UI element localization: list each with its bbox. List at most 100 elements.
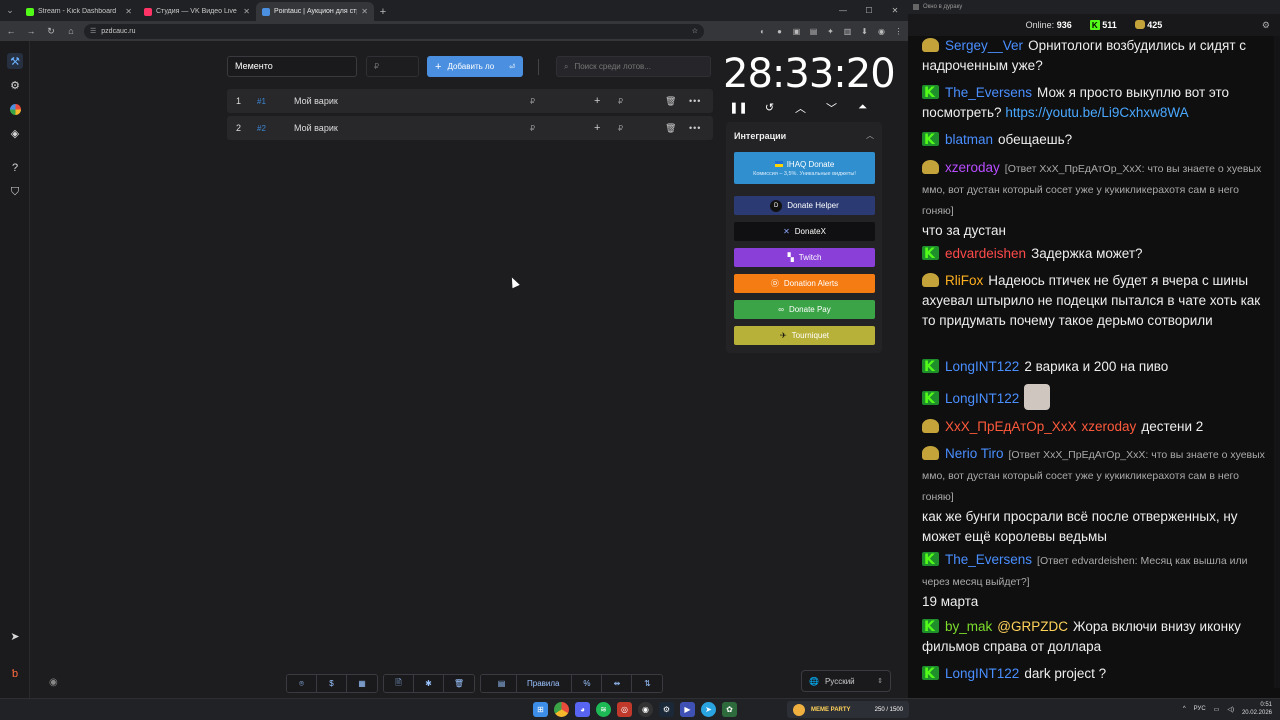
settings-gear-icon[interactable]: ⚙ [7, 77, 23, 93]
twitch-button[interactable]: ▚ Twitch [734, 248, 875, 267]
collapse-icon[interactable]: ︿ [866, 130, 874, 141]
telegram-icon[interactable]: ➤ [701, 702, 716, 717]
spotify-icon[interactable]: ≋ [596, 702, 611, 717]
tourniquet-button[interactable]: ✈ Tourniquet [734, 326, 875, 345]
dollar-icon[interactable]: $ [317, 675, 347, 692]
profile-icon[interactable]: ◉ [876, 26, 887, 37]
home-icon[interactable]: ⌂ [64, 24, 78, 38]
shield-icon[interactable]: ⛉ [7, 184, 23, 200]
lot-name[interactable]: Мой варик [294, 123, 338, 133]
tab-search-icon[interactable]: ⌄ [0, 0, 20, 21]
chat-username[interactable]: LongINT122 [945, 391, 1019, 406]
delete-icon[interactable]: 🗑 [665, 96, 676, 107]
more-icon[interactable]: ••• [689, 96, 701, 106]
minimize-icon[interactable]: — [830, 0, 856, 21]
percent-button[interactable]: % [572, 675, 603, 692]
chat-username[interactable]: LongINT122 [945, 359, 1019, 374]
media-player-icon[interactable]: ▶ [680, 702, 695, 717]
extension-icon[interactable]: ◐ [757, 26, 768, 37]
lot-extra-amount[interactable]: ₽ [618, 97, 623, 106]
lot-name-input[interactable]: Мементо [227, 56, 357, 77]
extension-icon[interactable]: ▣ [791, 26, 802, 37]
network-icon[interactable]: ▭ [1214, 706, 1220, 713]
windows-start-icon[interactable]: ⊞ [533, 702, 548, 717]
chat-username[interactable]: The_Eversens [945, 552, 1032, 567]
chat-username[interactable]: LongINT122 [945, 666, 1019, 681]
wheel-icon[interactable] [7, 101, 23, 117]
lot-row[interactable]: 2 #2 Мой варик ₽ + ₽ 🗑 ••• [227, 116, 713, 140]
close-window-icon[interactable]: ✕ [882, 0, 908, 21]
chat-username[interactable]: by_mak [945, 619, 992, 634]
volume-icon[interactable]: ◁) [1227, 706, 1234, 713]
add-amount-icon[interactable]: + [594, 122, 600, 134]
chevron-up-icon[interactable]: ︿ [792, 99, 809, 116]
extension-icon[interactable]: ● [774, 26, 785, 37]
lot-amount[interactable]: ₽ [530, 124, 535, 133]
eye-icon[interactable]: ◉ [49, 677, 58, 688]
reset-icon[interactable]: ↺ [761, 99, 778, 116]
sort-icon[interactable]: ⇅ [632, 675, 663, 692]
rules-button[interactable]: ▤ Правила [481, 675, 573, 692]
close-icon[interactable]: ✕ [125, 7, 132, 16]
chat-username[interactable]: Nerio Tiro [945, 446, 1004, 461]
ihaq-donate-button[interactable]: IHAQ Donate Комиссия – 3,5%. Уникальные … [734, 152, 875, 184]
meme-party-widget[interactable]: MEME PARTY 250 / 1500 [787, 701, 909, 718]
menu-kebab-icon[interactable]: ⋮ [893, 26, 904, 37]
auction-icon[interactable]: ⚒ [7, 53, 23, 69]
input-language[interactable]: РУС [1194, 706, 1206, 712]
sidepanel-icon[interactable]: ▥ [842, 26, 853, 37]
lot-amount[interactable]: ₽ [530, 97, 535, 106]
app-icon[interactable]: ◎ [617, 702, 632, 717]
tab-vk[interactable]: Студия — VK Видео Live ✕ [138, 2, 256, 21]
close-icon[interactable]: ✕ [243, 7, 250, 16]
donate-helper-button[interactable]: D Donate Helper [734, 196, 875, 215]
app-icon[interactable]: ✿ [722, 702, 737, 717]
extension-icon[interactable]: ▤ [808, 26, 819, 37]
layers-icon[interactable]: ◈ [7, 125, 23, 141]
chat-username[interactable]: RliFox [945, 273, 983, 288]
new-tab-button[interactable]: + [374, 2, 392, 21]
adjust-icon[interactable]: ⇹ [602, 675, 633, 692]
trash-icon[interactable]: 🗑 [444, 675, 474, 692]
forward-icon[interactable]: → [24, 24, 38, 38]
bug-icon[interactable]: ✱ [414, 675, 444, 692]
chat-username[interactable]: xzeroday [945, 160, 1000, 175]
pause-icon[interactable]: ❚❚ [729, 99, 747, 116]
add-lot-button[interactable]: + Добавить ло ⏎ [427, 56, 523, 77]
chat-username[interactable]: blatman [945, 132, 993, 147]
chat-mention[interactable]: xzeroday [1082, 419, 1137, 434]
more-icon[interactable]: ••• [689, 123, 701, 133]
discord-icon[interactable]: ◕ [575, 702, 590, 717]
film-icon[interactable]: ▦ [347, 675, 377, 692]
back-icon[interactable]: ← [4, 24, 18, 38]
site-info-icon[interactable]: ☰ [90, 27, 96, 35]
bookmark-star-icon[interactable]: ☆ [692, 27, 698, 35]
github-icon[interactable]: ⌾ [287, 675, 317, 692]
chevron-down-icon[interactable]: ﹀ [823, 99, 840, 116]
boosty-icon[interactable]: ƅ [7, 666, 23, 682]
close-icon[interactable]: ✕ [361, 7, 368, 16]
lot-search-input[interactable]: ⌕ Поиск среди лотов... [556, 56, 711, 77]
lot-row[interactable]: 1 #1 Мой варик ₽ + ₽ 🗑 ••• [227, 89, 713, 113]
double-chevron-up-icon[interactable]: ⏶ [854, 99, 871, 116]
tab-pointauc[interactable]: Pointauc | Аукцион для стримеров ✕ [256, 2, 374, 21]
save-icon[interactable]: 🗎 [384, 675, 414, 692]
help-icon[interactable]: ? [7, 160, 23, 176]
telegram-icon[interactable]: ➤ [7, 628, 23, 644]
download-icon[interactable]: ⬇ [859, 26, 870, 37]
lot-amount-input[interactable]: ₽ [366, 56, 419, 77]
lot-name[interactable]: Мой варик [294, 96, 338, 106]
chat-username[interactable]: Sergey__Ver [945, 38, 1023, 53]
extensions-puzzle-icon[interactable]: ✦ [825, 26, 836, 37]
obs-icon[interactable]: ◉ [638, 702, 653, 717]
url-field[interactable]: ☰ pzdcauc.ru ☆ [84, 23, 704, 39]
chat-mention[interactable]: @GRPZDC [997, 619, 1068, 634]
chat-username[interactable]: XxX_ПрЕдАтОр_XxX [945, 419, 1077, 434]
lot-extra-amount[interactable]: ₽ [618, 124, 623, 133]
donate-pay-button[interactable]: ∞ Donate Pay [734, 300, 875, 319]
chat-link[interactable]: https://youtu.be/Li9Cxhxw8WA [1005, 105, 1188, 120]
delete-icon[interactable]: 🗑 [665, 123, 676, 134]
clock[interactable]: 0:51 20.02.2026 [1242, 701, 1272, 717]
maximize-icon[interactable]: ☐ [856, 0, 882, 21]
chat-username[interactable]: The_Eversens [945, 85, 1032, 100]
